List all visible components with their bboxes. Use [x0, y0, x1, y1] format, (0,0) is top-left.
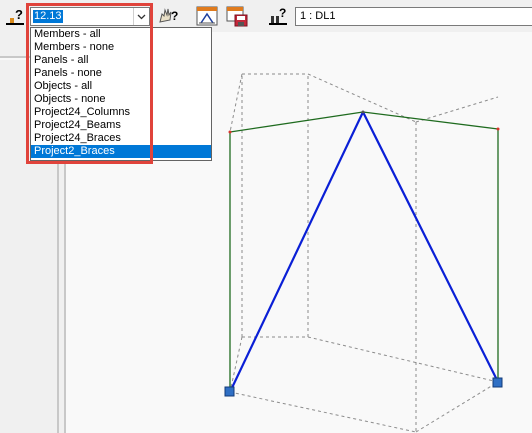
- beam-lines: [229, 111, 499, 392]
- list-item[interactable]: Members - all: [31, 28, 211, 41]
- list-item[interactable]: Project24_Beams: [31, 119, 211, 132]
- list-item[interactable]: Objects - all: [31, 80, 211, 93]
- list-item-selected[interactable]: Project2_Braces: [31, 145, 211, 158]
- svg-text:?: ?: [171, 9, 178, 23]
- selection-help-icon[interactable]: ?: [3, 4, 27, 28]
- list-item[interactable]: Panels - all: [31, 54, 211, 67]
- svg-text:?: ?: [15, 7, 23, 22]
- hand-help-icon[interactable]: ?: [156, 4, 180, 28]
- load-case-help-icon[interactable]: ?: [266, 4, 290, 28]
- app-window: ? 12.13 ? ? 1: DL1 Members - all Member…: [0, 0, 532, 433]
- load-case-combo[interactable]: 1 : DL1: [295, 7, 532, 26]
- list-item[interactable]: Project24_Columns: [31, 106, 211, 119]
- selection-dropdown-list[interactable]: Members - all Members - none Panels - al…: [30, 27, 212, 161]
- structure-view-icon[interactable]: [195, 4, 219, 28]
- list-item[interactable]: Members - none: [31, 41, 211, 54]
- list-item[interactable]: Panels - none: [31, 67, 211, 80]
- svg-text:?: ?: [279, 6, 286, 20]
- list-item[interactable]: Objects - none: [31, 93, 211, 106]
- save-view-icon[interactable]: [225, 4, 249, 28]
- selection-combo-value: 12.13: [33, 10, 63, 23]
- list-item[interactable]: Project24_Braces: [31, 132, 211, 145]
- brace-lines: [229, 111, 499, 393]
- selection-combo[interactable]: 12.13: [30, 7, 150, 26]
- dropdown-arrow-icon[interactable]: [133, 8, 149, 25]
- load-case-value: 1 : DL1: [300, 10, 336, 22]
- support-icon: [224, 377, 503, 397]
